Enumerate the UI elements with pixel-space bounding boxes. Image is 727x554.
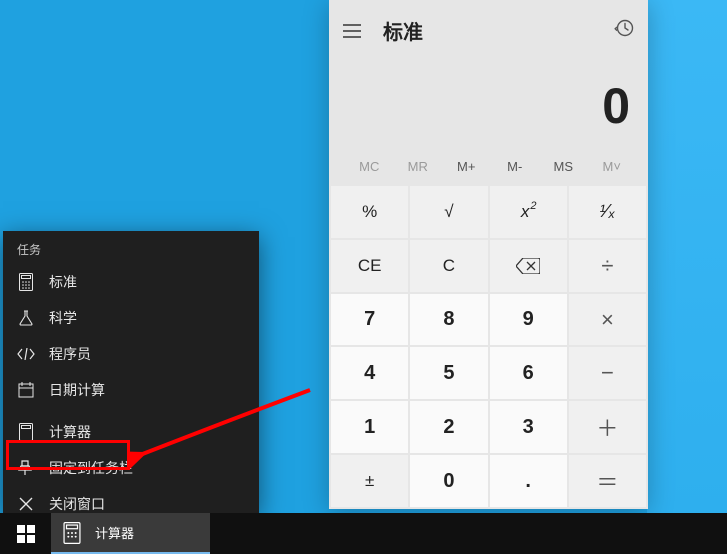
- jumplist-close-label: 关闭窗口: [49, 494, 105, 514]
- key-5[interactable]: 5: [410, 347, 487, 399]
- hamburger-menu-icon[interactable]: [343, 24, 361, 38]
- key-square-exp: 2: [530, 200, 536, 212]
- key-reciprocal-label: ¹⁄ₓ: [599, 201, 615, 222]
- memory-mminus[interactable]: M-: [491, 159, 540, 174]
- desktop-light-band: [647, 0, 727, 513]
- key-divide[interactable]: ÷: [569, 240, 646, 292]
- taskbar-app-calculator[interactable]: 计算器: [51, 513, 210, 554]
- flask-icon: [17, 310, 35, 326]
- jumplist-item-programmer[interactable]: 程序员: [3, 336, 259, 372]
- key-minus[interactable]: −: [569, 347, 646, 399]
- backspace-icon: [516, 258, 540, 274]
- key-decimal[interactable]: .: [490, 455, 567, 507]
- calculator-mode-title: 标准: [383, 16, 423, 45]
- memory-mr: MR: [394, 159, 443, 174]
- jumplist-app-label: 计算器: [49, 422, 91, 442]
- jumplist-tasks-header: 任务: [3, 231, 259, 264]
- jumplist-item-label: 日期计算: [49, 380, 105, 400]
- close-icon: [17, 497, 35, 511]
- key-6[interactable]: 6: [490, 347, 567, 399]
- start-button[interactable]: [0, 513, 51, 554]
- pin-icon: [17, 460, 35, 476]
- key-3[interactable]: 3: [490, 401, 567, 453]
- windows-logo-icon: [17, 525, 35, 543]
- key-c[interactable]: C: [410, 240, 487, 292]
- key-equals[interactable]: ＝: [569, 455, 646, 507]
- history-icon[interactable]: [614, 18, 634, 43]
- jumplist-item-standard[interactable]: 标准: [3, 264, 259, 300]
- key-plusminus[interactable]: ±: [331, 455, 408, 507]
- key-sqrt[interactable]: √: [410, 186, 487, 238]
- memory-mc: MC: [345, 159, 394, 174]
- key-ce[interactable]: CE: [331, 240, 408, 292]
- key-0[interactable]: 0: [410, 455, 487, 507]
- calculator-taskbar-icon: [61, 522, 83, 544]
- key-1[interactable]: 1: [331, 401, 408, 453]
- memory-ms[interactable]: MS: [539, 159, 588, 174]
- jumplist-item-label: 科学: [49, 308, 77, 328]
- key-2[interactable]: 2: [410, 401, 487, 453]
- key-reciprocal[interactable]: ¹⁄ₓ: [569, 186, 646, 238]
- jumplist-item-scientific[interactable]: 科学: [3, 300, 259, 336]
- taskbar-app-label: 计算器: [95, 523, 134, 542]
- memory-row: MC MR M+ M- MS M˅: [329, 151, 648, 184]
- calendar-icon: [17, 382, 35, 398]
- key-square[interactable]: x2: [490, 186, 567, 238]
- key-plus[interactable]: ＋: [569, 401, 646, 453]
- jumplist-item-label: 程序员: [49, 344, 91, 364]
- calculator-app-icon: [17, 423, 35, 441]
- jumplist-pin[interactable]: 固定到任务栏: [3, 450, 259, 486]
- key-multiply[interactable]: ×: [569, 294, 646, 346]
- key-9[interactable]: 9: [490, 294, 567, 346]
- key-square-base: x: [521, 202, 530, 222]
- key-7[interactable]: 7: [331, 294, 408, 346]
- calculator-window: 标准 0 MC MR M+ M- MS M˅ % √ x2 ¹⁄ₓ CE C ÷…: [329, 0, 648, 509]
- jumplist-item-date[interactable]: 日期计算: [3, 372, 259, 408]
- jumplist-item-label: 标准: [49, 272, 77, 292]
- calculator-header: 标准: [329, 0, 648, 67]
- calculator-display: 0: [329, 67, 648, 151]
- memory-mlist: M˅: [588, 159, 637, 174]
- jumplist-app-launch[interactable]: 计算器: [3, 414, 259, 450]
- key-4[interactable]: 4: [331, 347, 408, 399]
- standard-calc-icon: [17, 273, 35, 291]
- keypad: % √ x2 ¹⁄ₓ CE C ÷ 7 8 9 × 4 5 6 − 1 2 3 …: [329, 184, 648, 509]
- key-backspace[interactable]: [490, 240, 567, 292]
- key-8[interactable]: 8: [410, 294, 487, 346]
- code-icon: [17, 348, 35, 360]
- key-percent[interactable]: %: [331, 186, 408, 238]
- taskbar-jumplist: 任务 标准 科学 程序员 日期计算 计算器 固定到任务栏: [3, 231, 259, 513]
- memory-mplus[interactable]: M+: [442, 159, 491, 174]
- jumplist-pin-label: 固定到任务栏: [49, 458, 133, 478]
- taskbar: 计算器: [0, 513, 727, 554]
